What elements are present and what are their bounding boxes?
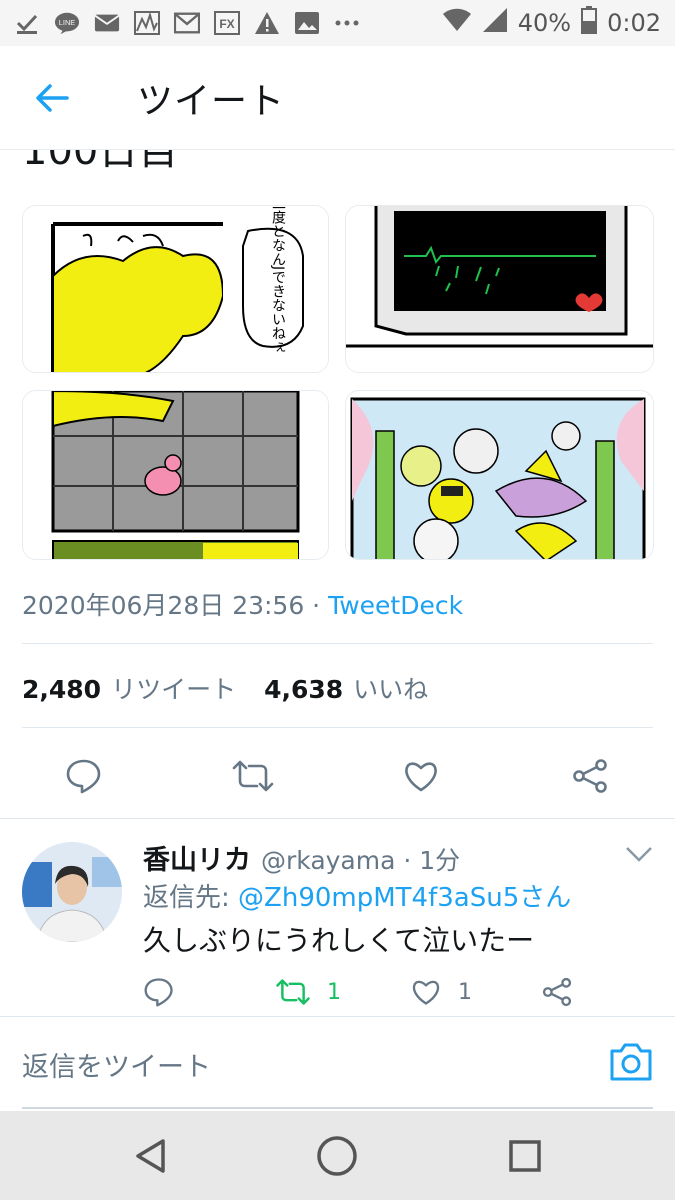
reply-actions: 1 1 [143,972,603,1012]
avatar[interactable] [22,842,122,942]
battery-icon [581,6,598,40]
battery-percent: 40% [517,9,572,37]
reply-composer: 返信をツイート [0,1016,675,1108]
reply-author-handle: @rkayama · 1分 [261,846,461,875]
back-button[interactable] [22,68,82,128]
nav-home-button[interactable] [312,1131,362,1181]
share-icon [542,977,572,1007]
reply-input[interactable]: 返信をツイート [22,1045,211,1084]
reply-share-button[interactable] [541,972,573,1012]
mail-outline-icon [174,10,200,36]
retweet-stat[interactable]: 2,480 リツイート [22,670,236,706]
status-bar: LINE FX 40% 0:02 [0,0,675,46]
clock: 0:02 [607,9,661,37]
system-nav-bar [0,1111,675,1200]
chart-icon [134,10,160,36]
divider [0,818,675,819]
mail-icon [94,10,120,36]
retweet-button[interactable] [229,752,277,800]
panel-speech-text: もう二度となんJできないねぇ [270,206,286,354]
like-label: いいね [353,675,429,704]
tweet-meta: 2020年06月28日 23:56 · TweetDeck [22,586,463,622]
app-bar: ツイート [0,46,675,150]
reply-to-line: 返信先: @Zh90mpMT4f3aSu5さん [143,877,571,914]
triangle-back-icon [136,1139,165,1173]
line-icon: LINE [54,10,80,36]
divider [22,727,653,728]
like-button[interactable] [397,752,445,800]
camera-icon [610,1043,652,1081]
warning-icon [254,10,280,36]
nav-recents-button[interactable] [500,1131,550,1181]
share-icon [573,759,607,793]
image-icon [294,10,320,36]
share-button[interactable] [566,752,614,800]
reply-icon [66,759,101,794]
page-title: ツイート [137,80,286,122]
tweet-media-grid: もう二度となんJできないねぇ [22,205,654,560]
reply-like-count: 1 [458,979,472,1005]
wifi-icon [442,7,472,39]
home-circle-icon [317,1136,357,1176]
chevron-down-icon [626,847,652,862]
retweet-count: 2,480 [22,675,102,704]
fx-icon: FX [214,10,240,36]
media-image-2[interactable] [345,205,654,373]
retweet-icon [232,760,274,792]
heart-icon [405,762,437,792]
reply-text: 久しぶりにうれしくて泣いたー [143,924,535,957]
reply-retweet-button[interactable]: 1 [275,972,341,1012]
square-recents-icon [509,1140,541,1172]
reply-author-name[interactable]: 香山リカ [143,838,251,877]
retweet-icon [276,979,310,1005]
reply-retweet-count: 1 [327,979,341,1005]
tweet-stats: 2,480 リツイート 4,638 いいね [22,670,428,706]
nav-back-button[interactable] [125,1131,175,1181]
like-stat[interactable]: 4,638 いいね [264,670,428,706]
more-icon [334,10,360,36]
reply-menu-button[interactable] [622,842,656,868]
tweet-actions [0,746,675,806]
composer-underline [22,1107,653,1109]
reply-button[interactable] [60,752,108,800]
heart-icon [412,980,440,1005]
media-image-1[interactable]: もう二度となんJできないねぇ [22,205,329,373]
svg-text:LINE: LINE [59,18,76,27]
media-image-3[interactable] [22,390,329,560]
tweet-source-link[interactable]: TweetDeck [328,591,463,620]
reply-to-mention[interactable]: @Zh90mpMT4f3aSu5さん [238,883,571,913]
retweet-label: リツイート [111,675,237,704]
signal-icon [482,7,508,39]
svg-text:FX: FX [219,17,234,31]
reply-to-label: 返信先: [143,883,239,913]
camera-button[interactable] [608,1041,654,1083]
reply-like-button[interactable]: 1 [410,972,472,1012]
reply-icon [144,978,173,1007]
like-count: 4,638 [264,675,344,704]
reply-reply-button[interactable] [143,972,175,1012]
tweet-timestamp: 2020年06月28日 23:56 · [22,591,329,620]
arrow-left-icon [36,83,69,112]
divider [22,643,653,644]
check-icon [14,10,40,36]
reply-header: 香山リカ @rkayama · 1分 [143,838,460,877]
media-image-4[interactable] [345,390,654,560]
